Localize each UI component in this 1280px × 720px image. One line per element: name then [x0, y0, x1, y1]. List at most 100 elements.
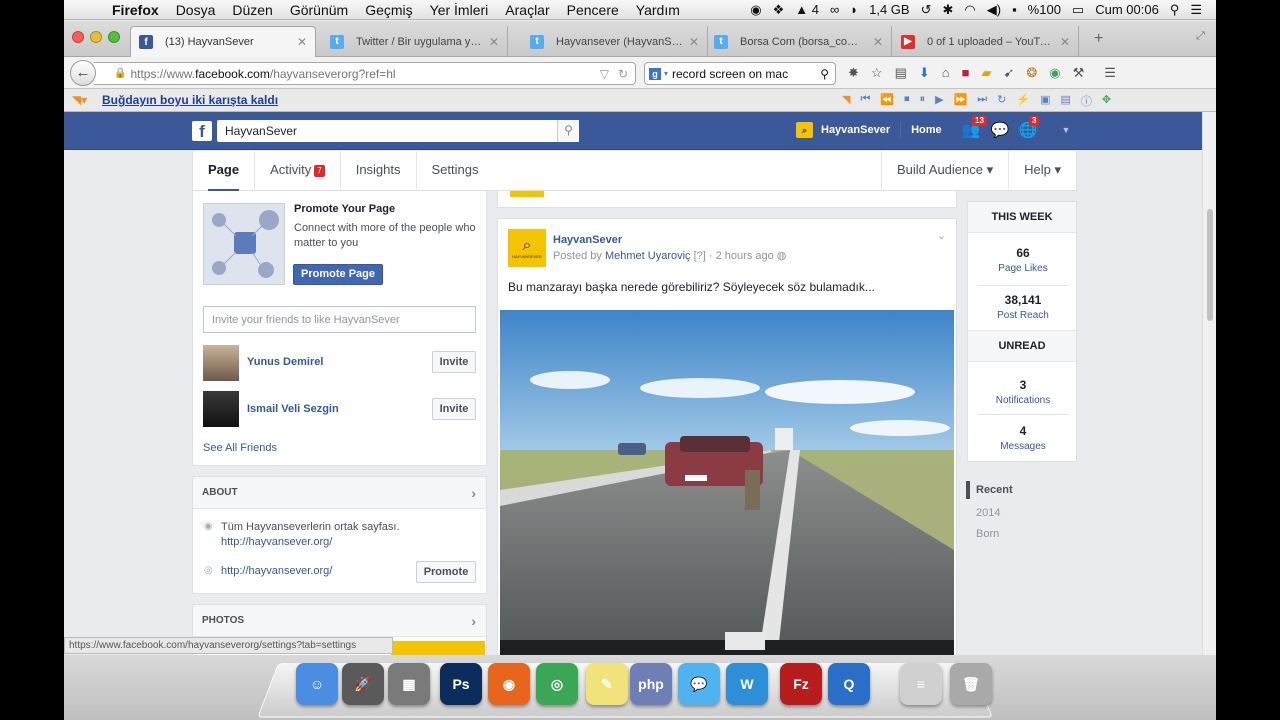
text-icon[interactable]: ▤ — [1060, 93, 1070, 109]
back-button[interactable]: ← — [70, 60, 96, 86]
page-avatar[interactable]: ⌕ HAYVANSEVER — [508, 229, 546, 267]
firebug-icon[interactable]: ❂ — [1026, 65, 1037, 81]
tab-settings[interactable]: Settings — [417, 151, 494, 191]
spotlight-icon[interactable]: ⚲ — [1170, 2, 1180, 18]
close-tab-icon[interactable]: ✕ — [297, 35, 307, 49]
notifications-stat[interactable]: 3 Notifications — [968, 378, 1078, 406]
stickies-icon[interactable]: ✎ — [586, 663, 628, 705]
pause-icon[interactable]: ⏸ — [920, 93, 926, 109]
about-header[interactable]: ABOUT › — [193, 477, 486, 509]
scrollbar-thumb[interactable] — [1207, 209, 1213, 321]
facebook-search-input[interactable]: HayvanSever ⚲ — [217, 120, 579, 142]
search-icon[interactable]: ⚲ — [820, 67, 835, 81]
tools-icon[interactable]: ⚒ — [1073, 65, 1085, 81]
rewind-icon[interactable]: ⏪ — [880, 93, 894, 109]
play-icon[interactable]: ▶ — [935, 93, 943, 109]
notification-center-icon[interactable]: ☰ — [1190, 2, 1202, 18]
tab-3[interactable]: t Hayvansever (HayvanSever... ✕ — [522, 26, 708, 57]
tab-1[interactable]: f (13) HayvanSever ✕ — [130, 26, 316, 57]
build-audience-menu[interactable]: Build Audience ▾ — [880, 150, 1008, 191]
battery-readout[interactable]: %100 — [1028, 2, 1061, 17]
bookmark-link[interactable]: Buğdayın boyu iki karışta kaldı — [102, 93, 278, 107]
image-capture-icon[interactable]: ▦ — [388, 663, 430, 705]
timeline-born[interactable]: Born — [976, 528, 999, 540]
photos-header[interactable]: PHOTOS › — [193, 605, 486, 637]
coda-icon[interactable]: W — [726, 663, 768, 705]
cursor-icon[interactable]: ➹ — [1003, 65, 1014, 81]
infinity-icon[interactable]: ∞ — [830, 2, 839, 17]
timeline-2014[interactable]: 2014 — [976, 507, 1000, 519]
addon-icon[interactable]: ■ — [962, 65, 970, 81]
minimize-window-button[interactable] — [90, 31, 102, 43]
close-tab-icon[interactable]: ✕ — [689, 35, 699, 49]
friend-name[interactable]: Ismail Veli Sezgin — [247, 403, 339, 415]
messages-icon[interactable]: 💬 — [678, 663, 720, 705]
post-photo[interactable] — [500, 310, 954, 679]
menu-bookmarks[interactable]: Yer İmleri — [430, 2, 489, 18]
tab-5[interactable]: ▶ 0 of 1 uploaded – YouTube ✕ — [893, 26, 1079, 57]
promote-website-button[interactable]: Promote — [416, 561, 476, 583]
page-scrollbar[interactable] — [1202, 112, 1216, 655]
tab-page[interactable]: Page — [193, 150, 256, 191]
finder-icon[interactable]: ☺ — [296, 663, 338, 705]
wifi-icon[interactable]: ◠ — [964, 2, 975, 18]
friend-avatar[interactable] — [203, 391, 239, 427]
invite-friends-input[interactable]: Invite your friends to like HayvanSever — [203, 306, 476, 333]
new-tab-button[interactable]: + — [1094, 30, 1103, 48]
download-icon[interactable]: ⬇ — [919, 65, 930, 81]
tab-activity[interactable]: Activity 7 — [255, 150, 341, 191]
first-icon[interactable]: ⏮ — [860, 93, 870, 109]
post-options-icon[interactable]: ⌄ — [937, 229, 946, 242]
tab-4[interactable]: t Borsa Com (borsa_com) T... ✕ — [706, 26, 892, 57]
chrome-addon-icon[interactable]: ◉ — [1049, 65, 1060, 81]
help-menu[interactable]: Help ▾ — [1008, 150, 1076, 191]
search-icon[interactable]: ⚲ — [557, 120, 579, 142]
menu-icon[interactable]: ☰ — [1104, 65, 1116, 81]
time-machine-icon[interactable]: ↺ — [921, 2, 932, 18]
menu-history[interactable]: Geçmiş — [365, 2, 412, 18]
tab-insights[interactable]: Insights — [341, 150, 417, 191]
move-icon[interactable]: ✥ — [1102, 93, 1111, 109]
home-link[interactable]: Home — [911, 124, 942, 136]
rss-icon[interactable]: ◥▾ — [72, 93, 87, 107]
website-link[interactable]: http://hayvansever.org/ — [221, 565, 332, 577]
rss-feed-icon[interactable]: ◥ — [842, 93, 850, 109]
menu-tools[interactable]: Araçlar — [505, 2, 549, 18]
bluetooth-icon[interactable]: ✱ — [942, 2, 953, 18]
timeline-recent[interactable]: Recent — [976, 484, 1013, 496]
url-bar[interactable]: 🔒 https://www. facebook.com/hayvanseveror… — [94, 62, 636, 85]
page-likes-stat[interactable]: 66 Page Likes — [968, 246, 1078, 274]
friend-avatar[interactable] — [203, 345, 239, 381]
trash-icon[interactable]: 🗑 — [950, 663, 992, 705]
last-icon[interactable]: ⏭ — [977, 93, 987, 109]
headphones-icon[interactable]: ◗ — [850, 2, 858, 17]
reload-icon[interactable]: ↻ — [618, 67, 628, 81]
bolt-icon[interactable]: ⚡ — [1016, 93, 1030, 109]
friend-name[interactable]: Yunus Demirel — [247, 356, 323, 368]
clock[interactable]: Cum 00:06 — [1095, 2, 1159, 17]
zoom-window-button[interactable] — [108, 31, 120, 43]
php-icon[interactable]: php — [630, 663, 672, 705]
extension-icon[interactable]: ✸ — [848, 65, 859, 81]
profile-link[interactable]: HayvanSever — [821, 124, 890, 136]
post-reach-stat[interactable]: 38,141 Post Reach — [968, 293, 1078, 321]
home-icon[interactable]: ⌂ — [942, 65, 950, 81]
friend-requests-icon[interactable]: 👥 13 — [961, 116, 987, 139]
star-icon[interactable]: ☆ — [871, 65, 883, 81]
stop-icon[interactable]: ⏹ — [904, 93, 910, 109]
menu-app[interactable]: Firefox — [112, 2, 159, 18]
invite-button[interactable]: Invite — [432, 351, 476, 373]
messages-icon[interactable]: 💬 — [990, 121, 1010, 139]
about-website-link[interactable]: http://hayvansever.org/ — [221, 536, 332, 548]
post-time[interactable]: [?] · 2 hours ago — [694, 250, 774, 262]
picture-icon[interactable]: ▣ — [1040, 93, 1050, 109]
fullscreen-icon[interactable]: ⤢ — [1196, 30, 1205, 43]
menu-window[interactable]: Pencere — [567, 2, 619, 18]
notifications-icon[interactable]: 🌐 3 — [1018, 116, 1040, 139]
tab-2[interactable]: t Twitter / Bir uygulama yet... ✕ — [322, 26, 508, 57]
post-page-name[interactable]: HayvanSever — [553, 234, 622, 246]
memory-readout[interactable]: 1,4 GB — [869, 2, 909, 17]
messages-stat[interactable]: 4 Messages — [968, 424, 1078, 452]
forward-icon[interactable]: ⏩ — [954, 93, 968, 109]
dropbox-icon[interactable]: ❖ — [773, 2, 785, 18]
